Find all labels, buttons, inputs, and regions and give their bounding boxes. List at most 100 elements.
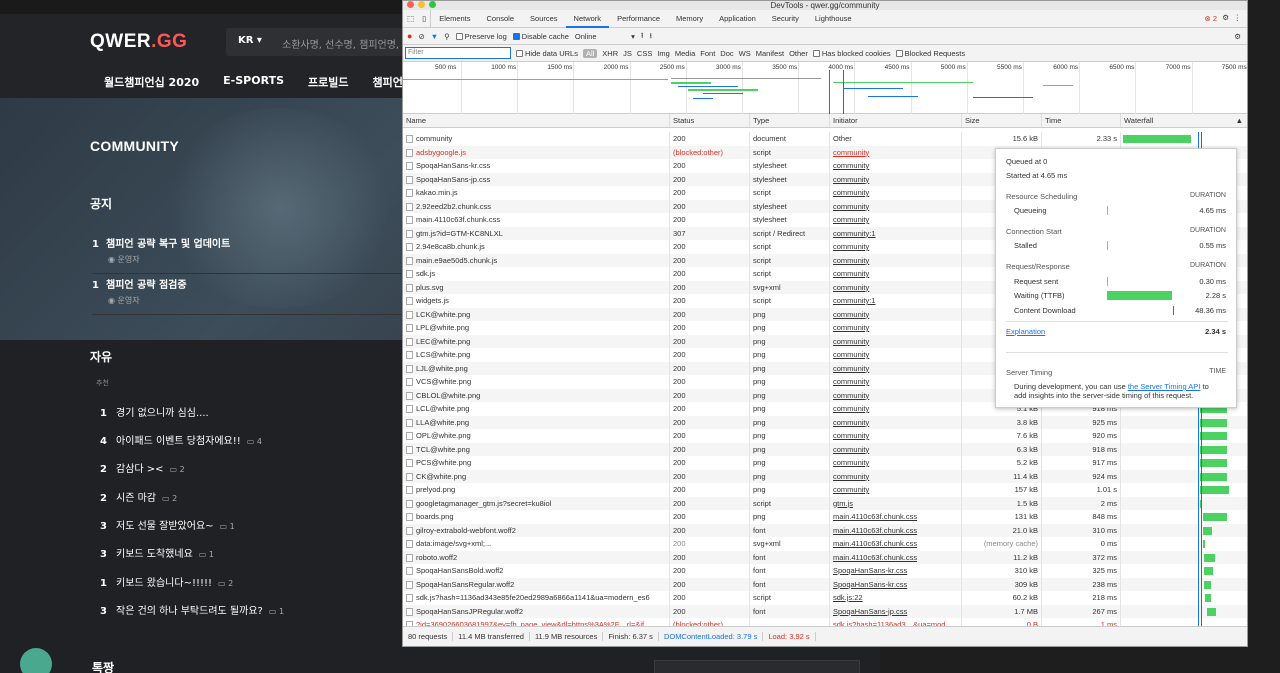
request-initiator[interactable]: community (830, 307, 962, 321)
filter-type-media[interactable]: Media (675, 49, 695, 58)
filter-type-img[interactable]: Img (657, 49, 670, 58)
request-row[interactable]: CK@white.png 200 png community 11.4 kB 924 ms (403, 469, 1247, 483)
post-item[interactable]: 2 감삼다 >< ▭ 2 (100, 460, 185, 475)
request-initiator[interactable]: community (830, 456, 962, 470)
blocked-requests-checkbox[interactable]: Blocked Requests (895, 49, 965, 58)
request-initiator[interactable]: community (830, 483, 962, 497)
filter-type-ws[interactable]: WS (739, 49, 751, 58)
request-initiator[interactable]: community (830, 361, 962, 375)
network-settings-gear-icon[interactable]: ⚙ (1234, 32, 1241, 41)
request-initiator[interactable]: community (830, 172, 962, 186)
request-initiator[interactable]: community (830, 442, 962, 456)
request-row[interactable]: ?id=369026603681997&ev=fb_page_view&dl=h… (403, 618, 1247, 626)
filter-type-js[interactable]: JS (623, 49, 632, 58)
minimize-window-button[interactable] (418, 1, 425, 8)
network-overview[interactable]: 500 ms 1000 ms 1500 ms 2000 ms 2500 ms 3000 m… (403, 62, 1247, 114)
chat-button[interactable] (20, 648, 52, 673)
server-timing-api-link[interactable]: the Server Timing API (1128, 382, 1201, 391)
request-initiator[interactable]: main.4110c63f.chunk.css (830, 550, 962, 564)
filter-type-xhr[interactable]: XHR (602, 49, 618, 58)
request-row[interactable]: sdk.js?hash=1136ad343e85fe20ed2989a6866a… (403, 591, 1247, 605)
request-row[interactable]: LLA@white.png 200 png community 3.8 kB 925 ms (403, 415, 1247, 429)
nav-item[interactable]: 월드챔피언십 2020 (104, 74, 199, 90)
request-initiator[interactable]: community (830, 213, 962, 227)
tab-performance[interactable]: Performance (609, 10, 668, 28)
request-initiator[interactable]: community (830, 240, 962, 254)
request-row[interactable]: boards.png 200 png main.4110c63f.chunk.css 1… (403, 510, 1247, 524)
post-item[interactable]: 4 아이패드 이벤트 당첨자에요!! ▭ 4 (100, 432, 262, 447)
request-row[interactable]: TCL@white.png 200 png community 6.3 kB 918 ms (403, 442, 1247, 456)
request-initiator[interactable]: community (830, 402, 962, 416)
col-status[interactable]: Status (670, 114, 750, 127)
post-item[interactable]: 2 시즌 마감 ▭ 2 (100, 489, 177, 504)
tab-sources[interactable]: Sources (522, 10, 566, 28)
nav-item[interactable]: E-SPORTS (223, 74, 284, 90)
close-window-button[interactable] (407, 1, 414, 8)
col-waterfall[interactable]: Waterfall ▲ (1121, 114, 1247, 127)
site-logo[interactable]: QWER.GG (90, 31, 187, 53)
request-initiator[interactable]: community (830, 348, 962, 362)
request-initiator[interactable]: SpoqaHanSans-jp.css (830, 604, 962, 618)
col-name[interactable]: Name (403, 114, 670, 127)
request-row[interactable]: roboto.woff2 200 font main.4110c63f.chunk.c… (403, 550, 1247, 564)
request-initiator[interactable]: community (830, 145, 962, 159)
filter-type-all[interactable]: All (582, 48, 598, 58)
request-initiator[interactable]: gtm.js (830, 496, 962, 510)
notice-item[interactable]: 1 챔피언 공략 점검중 ◉ 운영자 (92, 273, 412, 315)
request-initiator[interactable]: community:1 (830, 226, 962, 240)
request-initiator[interactable]: community (830, 267, 962, 281)
request-initiator[interactable]: community (830, 334, 962, 348)
more-menu-icon[interactable]: ⋮ (1234, 13, 1242, 22)
request-initiator[interactable]: community (830, 199, 962, 213)
preserve-log-checkbox[interactable]: Preserve log (455, 32, 507, 41)
post-item[interactable]: 1 키보드 왔습니다~!!!!! ▭ 2 (100, 574, 233, 589)
request-initiator[interactable]: community (830, 415, 962, 429)
filter-type-manifest[interactable]: Manifest (756, 49, 784, 58)
request-row[interactable]: SpoqaHanSansBold.woff2 200 font SpoqaHanSan… (403, 564, 1247, 578)
request-initiator[interactable]: community (830, 469, 962, 483)
request-initiator[interactable]: SpoqaHanSans-kr.css (830, 577, 962, 591)
request-initiator[interactable]: sdk.js:22 (830, 591, 962, 605)
post-item[interactable]: 3 작은 건의 하나 부탁드려도 될까요? ▭ 1 (100, 602, 284, 617)
col-time[interactable]: Time (1042, 114, 1121, 127)
request-row[interactable]: PCS@white.png 200 png community 5.2 kB 917 ms (403, 456, 1247, 470)
col-initiator[interactable]: Initiator (830, 114, 962, 127)
request-initiator[interactable]: SpoqaHanSans-kr.css (830, 564, 962, 578)
tab-application[interactable]: Application (711, 10, 764, 28)
filter-type-css[interactable]: CSS (637, 49, 652, 58)
explanation-link[interactable]: Explanation (1006, 327, 1045, 336)
error-count-badge[interactable]: ⊗ 2 (1204, 14, 1217, 23)
col-size[interactable]: Size (962, 114, 1042, 127)
blocked-cookies-checkbox[interactable]: Has blocked cookies (812, 49, 891, 58)
hide-data-urls-checkbox[interactable]: Hide data URLs (516, 49, 578, 58)
request-initiator[interactable]: community (830, 186, 962, 200)
tab-memory[interactable]: Memory (668, 10, 711, 28)
request-row[interactable]: gilroy-extrabold-webfont.woff2 200 font mai… (403, 523, 1247, 537)
request-initiator[interactable]: sdk.js?hash=1136ad3…&ua=mod… (830, 618, 962, 626)
maximize-window-button[interactable] (429, 1, 436, 8)
site-search[interactable]: KR ▾ 소환사명, 선수명, 챔피언명, (226, 28, 426, 56)
request-initiator[interactable]: main.4110c63f.chunk.css (830, 523, 962, 537)
request-initiator[interactable]: community (830, 375, 962, 389)
export-har-icon[interactable]: ⭳ (650, 30, 653, 43)
post-item[interactable]: 3 저도 선물 잘받았어요~ ▭ 1 (100, 517, 235, 532)
filter-input[interactable]: Filter (405, 47, 511, 59)
tab-lighthouse[interactable]: Lighthouse (807, 10, 860, 28)
import-har-icon[interactable]: ⭱ (641, 30, 644, 43)
tab-network[interactable]: Network (565, 10, 610, 28)
request-initiator[interactable]: community (830, 280, 962, 294)
request-initiator[interactable]: main.4110c63f.chunk.css (830, 510, 962, 524)
inspect-icon[interactable]: ⬚ (403, 10, 418, 28)
filter-type-other[interactable]: Other (789, 49, 808, 58)
request-initiator[interactable]: community (830, 429, 962, 443)
disable-cache-checkbox[interactable]: Disable cache (512, 32, 569, 41)
request-row[interactable]: prelyod.png 200 png community 157 kB 1.01 s (403, 483, 1247, 497)
settings-gear-icon[interactable]: ⚙ (1222, 13, 1229, 22)
tab-console[interactable]: Console (479, 10, 523, 28)
tab-elements[interactable]: Elements (431, 10, 478, 28)
record-icon[interactable]: ● (407, 31, 412, 41)
request-initiator[interactable]: community (830, 253, 962, 267)
request-row[interactable]: data:image/svg+xml;... 200 svg+xml main.411… (403, 537, 1247, 551)
request-row[interactable]: OPL@white.png 200 png community 7.6 kB 920 ms (403, 429, 1247, 443)
filter-type-doc[interactable]: Doc (720, 49, 733, 58)
